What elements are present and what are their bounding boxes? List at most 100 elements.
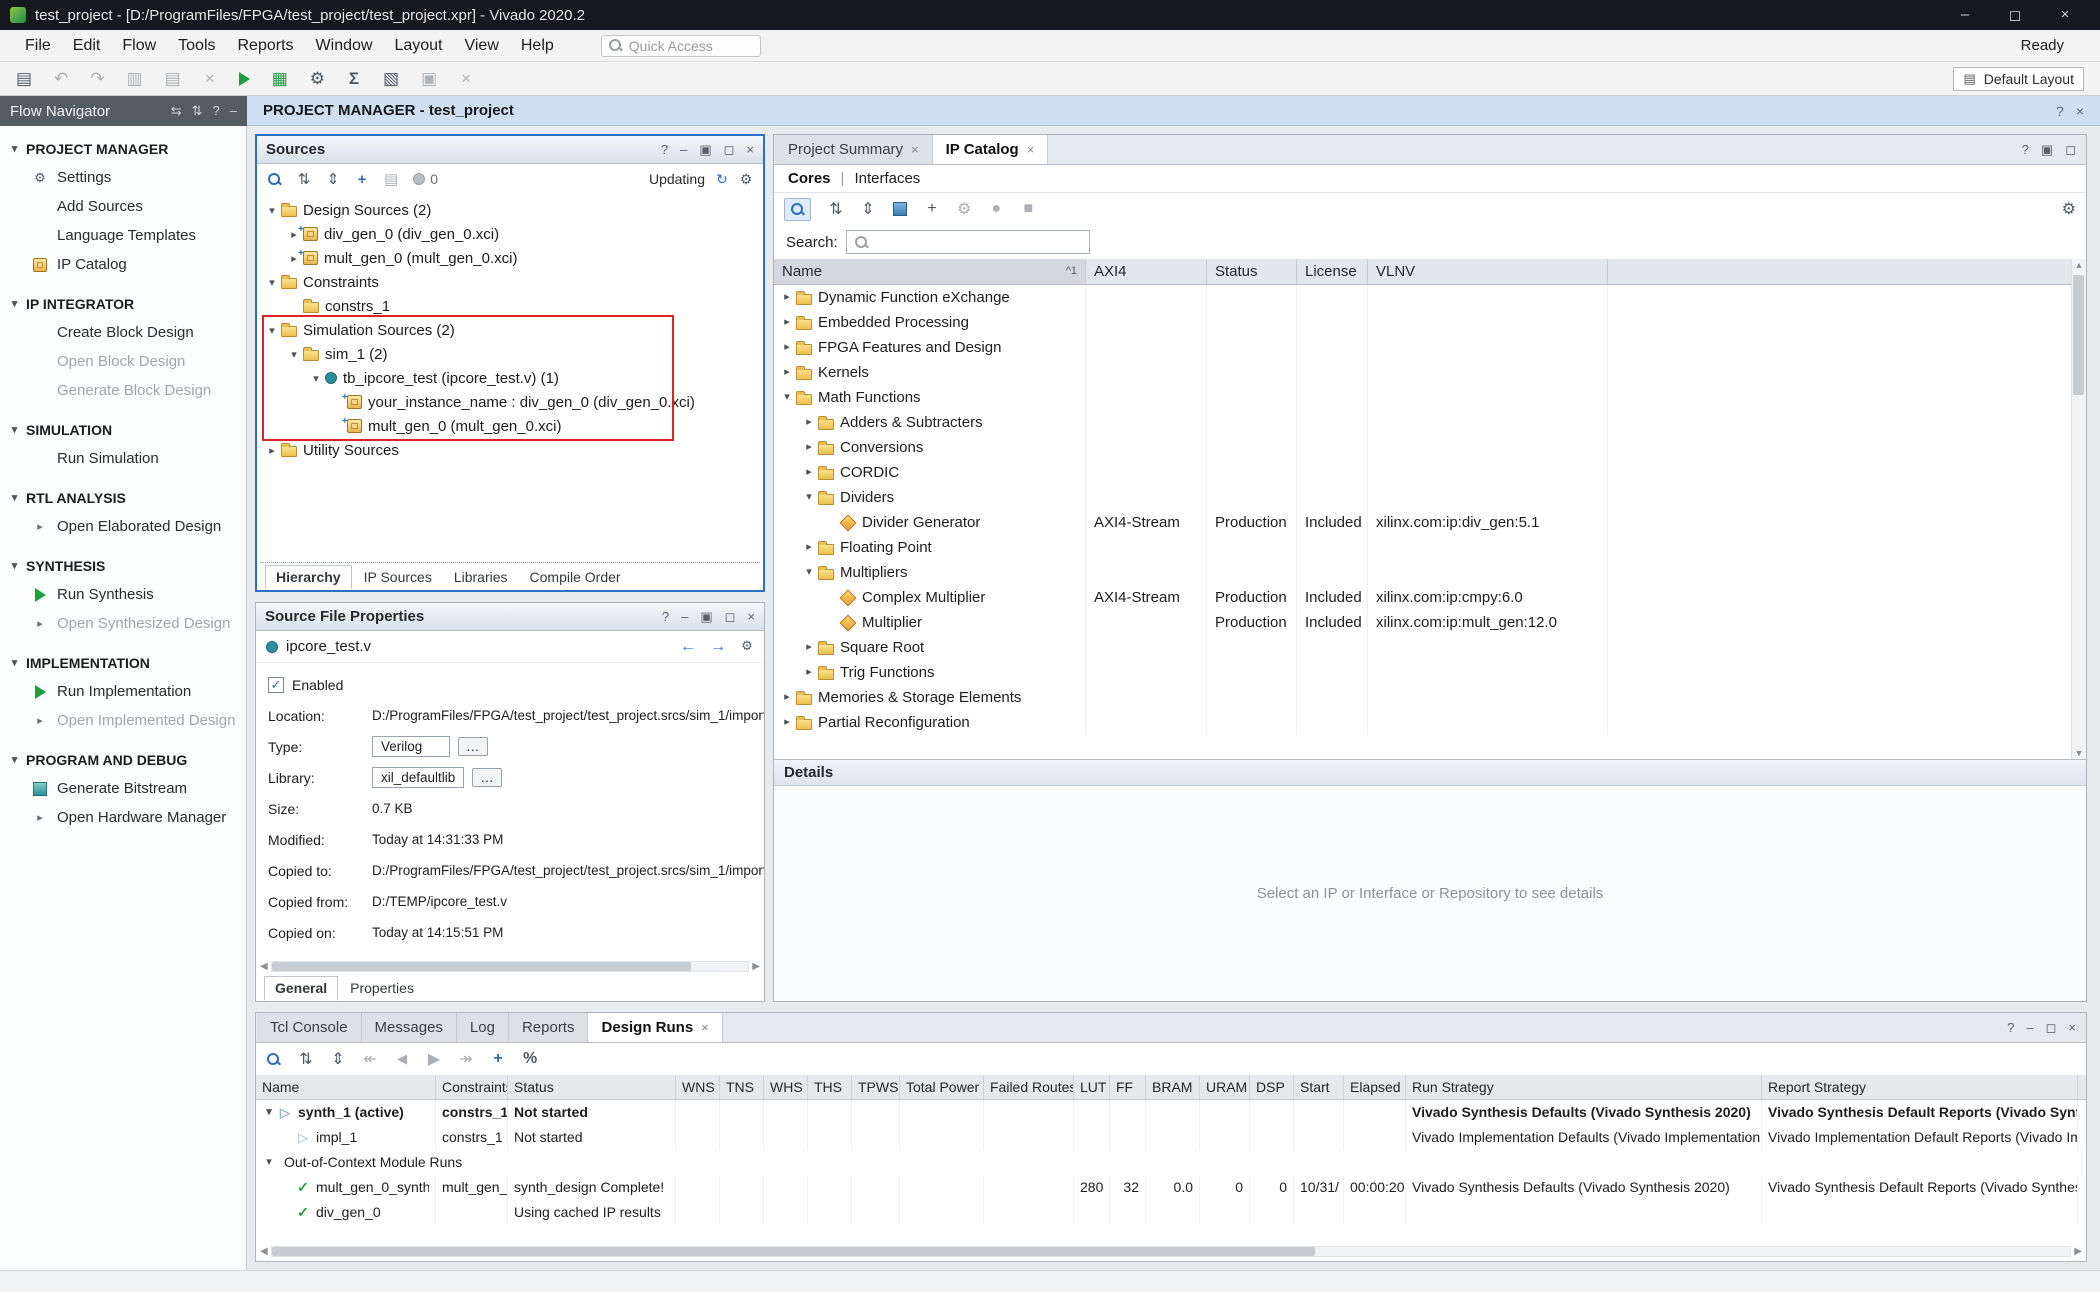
catalog-row[interactable]: ▸Trig Functions xyxy=(774,660,2086,685)
flow-item[interactable]: Open Block Design xyxy=(0,347,246,376)
tab-ip-sources[interactable]: IP Sources xyxy=(354,566,442,588)
catalog-row[interactable]: ▸Adders & Subtracters xyxy=(774,410,2086,435)
catalog-settings-icon[interactable]: ⚙ xyxy=(2062,199,2076,219)
properties-settings-icon[interactable]: ⚙ xyxy=(740,638,754,656)
quick-access-search[interactable]: Quick Access xyxy=(601,35,761,57)
tree-item[interactable]: ▸div_gen_0 (div_gen_0.xci) xyxy=(257,222,763,246)
expand-all-icon[interactable]: ⇕ xyxy=(326,170,340,188)
add-repository-icon[interactable]: + xyxy=(925,200,939,218)
stop-icon[interactable]: ■ xyxy=(1021,200,1035,218)
tab-ip-catalog[interactable]: IP Catalog× xyxy=(933,135,1049,164)
go-to-start-icon[interactable]: ↞ xyxy=(363,1049,377,1069)
maximize-icon[interactable]: ◻ xyxy=(2065,142,2076,158)
help-icon[interactable]: ? xyxy=(2022,142,2029,158)
settings-icon[interactable]: ⚙ xyxy=(310,69,325,89)
help-icon[interactable]: ? xyxy=(2007,1020,2014,1036)
dock-icon[interactable]: ▤ xyxy=(16,69,32,89)
go-forward-icon[interactable]: ↠ xyxy=(459,1049,473,1069)
run-step-icon[interactable]: ▶ xyxy=(427,1049,441,1069)
scroll-up-icon[interactable]: ▲ xyxy=(2075,260,2084,270)
step-back-icon[interactable]: ◀ xyxy=(395,1051,409,1067)
column-header-status[interactable]: Status xyxy=(1207,259,1297,284)
column-header-vlnv[interactable]: VLNV xyxy=(1368,259,1608,284)
tree-item[interactable]: ▸mult_gen_0 (mult_gen_0.xci) xyxy=(257,246,763,270)
column-header-axi4[interactable]: AXI4 xyxy=(1086,259,1207,284)
expander-icon[interactable]: ▸ xyxy=(800,435,818,460)
menu-layout[interactable]: Layout xyxy=(383,37,453,55)
minimize-button[interactable]: – xyxy=(1940,6,1990,24)
run-row[interactable]: ▷impl_1constrs_1Not startedVivado Implem… xyxy=(256,1125,2086,1150)
catalog-row[interactable]: ▸Dynamic Function eXchange xyxy=(774,285,2086,310)
undo-icon[interactable]: ↶ xyxy=(54,69,68,89)
scroll-left-icon[interactable]: ◀ xyxy=(260,1246,268,1257)
catalog-row[interactable]: Complex MultiplierAXI4-StreamProductionI… xyxy=(774,585,2086,610)
expander-icon[interactable]: ▸ xyxy=(778,285,796,310)
search-icon[interactable] xyxy=(266,1052,281,1067)
flow-item[interactable]: ▸Open Hardware Manager xyxy=(0,803,246,832)
tab-project-summary[interactable]: Project Summary× xyxy=(775,135,933,164)
column-header-name[interactable]: Name^1 xyxy=(774,259,1086,284)
column-header-total_power[interactable]: Total Power xyxy=(900,1075,984,1099)
expander-icon[interactable]: ▾ xyxy=(260,1150,278,1175)
close-icon[interactable]: × xyxy=(747,609,755,625)
column-header-bram[interactable]: BRAM xyxy=(1146,1075,1200,1099)
column-header-name[interactable]: Name xyxy=(256,1075,436,1099)
expander-icon[interactable]: ▸ xyxy=(778,335,796,360)
close-icon[interactable]: × xyxy=(701,1014,709,1042)
expander-icon[interactable]: ▸ xyxy=(778,360,796,385)
tree-item[interactable]: ▾tb_ipcore_test (ipcore_test.v) (1) xyxy=(257,366,763,390)
catalog-row[interactable]: ▸Partial Reconfiguration xyxy=(774,710,2086,735)
column-header-uram[interactable]: URAM xyxy=(1200,1075,1250,1099)
scroll-left-icon[interactable]: ◀ xyxy=(260,961,268,972)
tab-general[interactable]: General xyxy=(264,976,338,1001)
expander-icon[interactable]: ▾ xyxy=(263,324,281,337)
flow-item[interactable]: ▸Open Implemented Design xyxy=(0,706,246,735)
column-header-tpws[interactable]: TPWS xyxy=(852,1075,900,1099)
flow-item[interactable]: Language Templates xyxy=(0,221,246,250)
column-header-start[interactable]: Start xyxy=(1294,1075,1344,1099)
expand-all-icon[interactable]: ⇕ xyxy=(861,199,875,219)
collapse-all-icon[interactable]: ⇅ xyxy=(299,1049,313,1069)
catalog-row[interactable]: ▾Dividers xyxy=(774,485,2086,510)
expander-icon[interactable]: ▸ xyxy=(800,660,818,685)
run-row[interactable]: ▾▷synth_1 (active)constrs_1Not startedVi… xyxy=(256,1100,2086,1125)
forward-icon[interactable]: → xyxy=(710,638,726,656)
column-header-status[interactable]: Status xyxy=(508,1075,676,1099)
expander-icon[interactable]: ▸ xyxy=(778,710,796,735)
tab-hierarchy[interactable]: Hierarchy xyxy=(265,565,352,590)
expander-icon[interactable]: ▾ xyxy=(263,204,281,217)
context-close-icon[interactable]: × xyxy=(2076,103,2084,119)
horizontal-scrollbar[interactable]: ◀ ▶ xyxy=(260,959,760,973)
more-button[interactable]: … xyxy=(458,737,488,756)
expand-all-icon[interactable]: ⇕ xyxy=(331,1049,345,1069)
menu-window[interactable]: Window xyxy=(305,37,384,55)
layout-selector[interactable]: ▤ Default Layout xyxy=(1953,67,2084,91)
edit-icon[interactable]: ▣ xyxy=(421,69,437,89)
redo-icon[interactable]: ↷ xyxy=(90,69,104,89)
float-icon[interactable]: ▣ xyxy=(2041,142,2053,158)
expander-icon[interactable]: ▾ xyxy=(778,385,796,410)
subtab-interfaces[interactable]: Interfaces xyxy=(854,170,920,187)
delete-icon[interactable]: × xyxy=(203,69,217,89)
expander-icon[interactable]: ▾ xyxy=(307,372,325,385)
catalog-row[interactable]: Divider GeneratorAXI4-StreamProductionIn… xyxy=(774,510,2086,535)
expander-icon[interactable]: ▾ xyxy=(800,485,818,510)
expander-icon[interactable]: ▾ xyxy=(800,560,818,585)
flow-item[interactable]: Run Simulation xyxy=(0,444,246,473)
search-toggle[interactable] xyxy=(784,198,811,221)
add-sources-icon[interactable]: + xyxy=(355,171,369,188)
tab-tcl-console[interactable]: Tcl Console xyxy=(257,1013,362,1042)
menu-help[interactable]: Help xyxy=(510,37,565,55)
catalog-row[interactable]: ▸Kernels xyxy=(774,360,2086,385)
run-row[interactable]: ▾Out-of-Context Module Runs xyxy=(256,1150,2086,1175)
run-icon[interactable] xyxy=(239,72,250,86)
scrollbar-thumb[interactable] xyxy=(2073,275,2084,395)
vertical-scrollbar[interactable]: ▲ ▼ xyxy=(2071,259,2086,759)
flow-section-header[interactable]: ▾IMPLEMENTATION xyxy=(0,648,246,677)
scrollbar-thumb[interactable] xyxy=(272,962,691,971)
column-header-ths[interactable]: THS xyxy=(808,1075,852,1099)
flow-section-header[interactable]: ▾RTL ANALYSIS xyxy=(0,483,246,512)
column-header-tns[interactable]: TNS xyxy=(720,1075,764,1099)
enabled-checkbox[interactable]: ✓ xyxy=(268,677,284,693)
tab-messages[interactable]: Messages xyxy=(362,1013,457,1042)
